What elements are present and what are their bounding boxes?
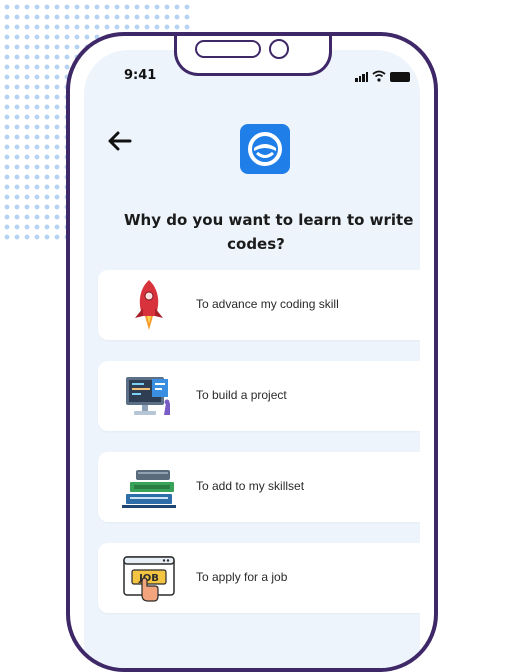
- signal-icon: [355, 72, 368, 82]
- option-build-project[interactable]: To build a project: [98, 361, 420, 431]
- question-line-1: Why do you want to learn to write: [124, 211, 414, 229]
- books-icon: [122, 470, 176, 508]
- back-arrow-icon[interactable]: [106, 130, 132, 152]
- status-icons: [355, 70, 410, 82]
- option-add-skillset[interactable]: To add to my skillset: [98, 452, 420, 522]
- question-line-2: codes?: [227, 235, 285, 253]
- phone-notch: [174, 36, 332, 76]
- rocket-icon: [135, 280, 163, 330]
- wifi-icon: [372, 70, 386, 82]
- speaker: [195, 40, 261, 58]
- job-click-icon: JOB: [123, 556, 175, 602]
- computer-code-icon: [126, 377, 170, 415]
- camera: [269, 39, 289, 59]
- svg-text:JOB: JOB: [138, 573, 159, 584]
- app-logo-icon: [240, 124, 290, 174]
- phone-frame: 9:41 Why do you want to learn to write c…: [66, 32, 438, 672]
- option-label: To apply for a job: [196, 570, 288, 584]
- app-screen: 9:41 Why do you want to learn to write c…: [84, 50, 420, 668]
- option-advance-coding-skill[interactable]: To advance my coding skill: [98, 270, 420, 340]
- question-title: Why do you want to learn to write codes?: [124, 208, 420, 256]
- option-apply-job[interactable]: JOB To apply for a job: [98, 543, 420, 613]
- option-label: To build a project: [196, 388, 287, 402]
- option-label: To add to my skillset: [196, 479, 305, 493]
- battery-icon: [390, 72, 410, 82]
- option-label: To advance my coding skill: [196, 297, 339, 311]
- status-time: 9:41: [124, 68, 157, 83]
